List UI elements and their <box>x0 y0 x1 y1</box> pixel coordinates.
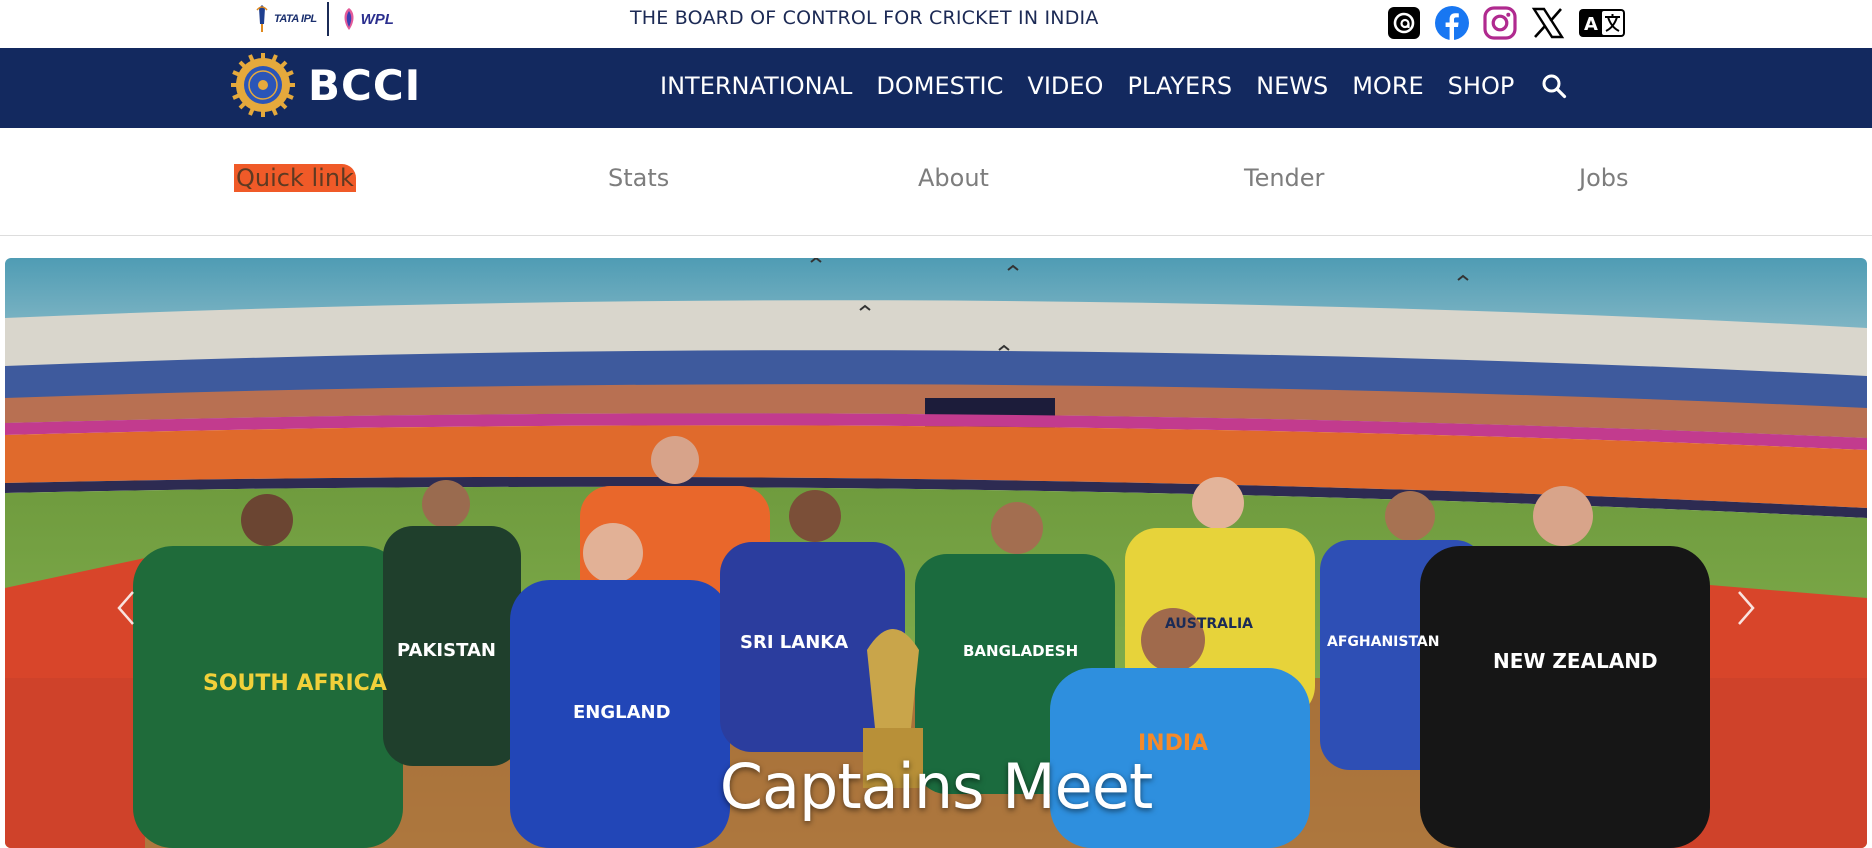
quick-link-about[interactable]: About <box>918 164 989 192</box>
quick-link-stats[interactable]: Stats <box>608 164 669 192</box>
nav-video[interactable]: VIDEO <box>1027 72 1103 100</box>
instagram-icon[interactable] <box>1482 5 1518 41</box>
nav-international[interactable]: INTERNATIONAL <box>660 72 852 100</box>
quick-link-jobs[interactable]: Jobs <box>1579 164 1629 192</box>
site-tagline: THE BOARD OF CONTROL FOR CRICKET IN INDI… <box>630 7 1099 29</box>
bcci-crest-icon <box>231 53 295 117</box>
bcci-brand[interactable]: BCCI <box>230 52 421 118</box>
nav-players[interactable]: PLAYERS <box>1127 72 1232 100</box>
main-navbar: BCCI INTERNATIONAL DOMESTIC VIDEO PLAYER… <box>0 48 1872 128</box>
hero-carousel[interactable]: SOUTH AFRICA PAKISTAN ENGLAND SRI LANKA … <box>5 258 1867 848</box>
jersey-south-africa: SOUTH AFRICA <box>203 671 387 696</box>
quick-links-bar: Quick link Stats About Tender Jobs <box>0 128 1872 236</box>
quick-link-tender[interactable]: Tender <box>1244 164 1324 192</box>
nav-news[interactable]: NEWS <box>1256 72 1328 100</box>
search-icon[interactable] <box>1540 72 1568 100</box>
quick-link-label: Quick link <box>234 164 356 192</box>
jersey-pakistan: PAKISTAN <box>397 640 496 661</box>
ipl-logo[interactable]: TATA IPL <box>254 4 317 34</box>
chevron-left-icon[interactable] <box>105 578 145 638</box>
jersey-bangladesh: BANGLADESH <box>963 642 1078 660</box>
nav-domestic[interactable]: DOMESTIC <box>876 72 1003 100</box>
jersey-new-zealand: NEW ZEALAND <box>1493 649 1658 673</box>
threads-icon[interactable] <box>1386 5 1422 41</box>
jersey-australia: AUSTRALIA <box>1165 616 1253 632</box>
wpl-emblem-icon <box>344 8 354 30</box>
facebook-icon[interactable] <box>1434 5 1470 41</box>
top-strip: TATA IPL WPL THE BOARD OF CONTROL FOR CR… <box>0 0 1872 48</box>
social-links: A <box>1386 5 1626 41</box>
x-icon[interactable] <box>1530 5 1566 41</box>
ipl-bat-icon <box>256 5 268 32</box>
wpl-logo-text: WPL <box>360 10 394 28</box>
svg-text:A: A <box>1584 14 1598 35</box>
bcci-brand-text: BCCI <box>308 60 422 110</box>
jersey-afghanistan: AFGHANISTAN <box>1327 634 1439 650</box>
wpl-logo[interactable]: WPL <box>339 6 394 32</box>
league-logos: TATA IPL WPL <box>254 2 394 36</box>
primary-menu: INTERNATIONAL DOMESTIC VIDEO PLAYERS NEW… <box>660 72 1568 100</box>
nav-more[interactable]: MORE <box>1352 72 1423 100</box>
chevron-right-icon[interactable] <box>1727 578 1767 638</box>
translate-icon[interactable]: A <box>1578 5 1626 41</box>
jersey-sri-lanka: SRI LANKA <box>740 632 848 653</box>
nav-shop[interactable]: SHOP <box>1448 72 1515 100</box>
logo-divider <box>326 2 329 36</box>
hero-caption: Captains Meet <box>719 750 1154 823</box>
jersey-england: ENGLAND <box>573 702 671 723</box>
ipl-logo-text: TATA IPL <box>274 13 317 25</box>
